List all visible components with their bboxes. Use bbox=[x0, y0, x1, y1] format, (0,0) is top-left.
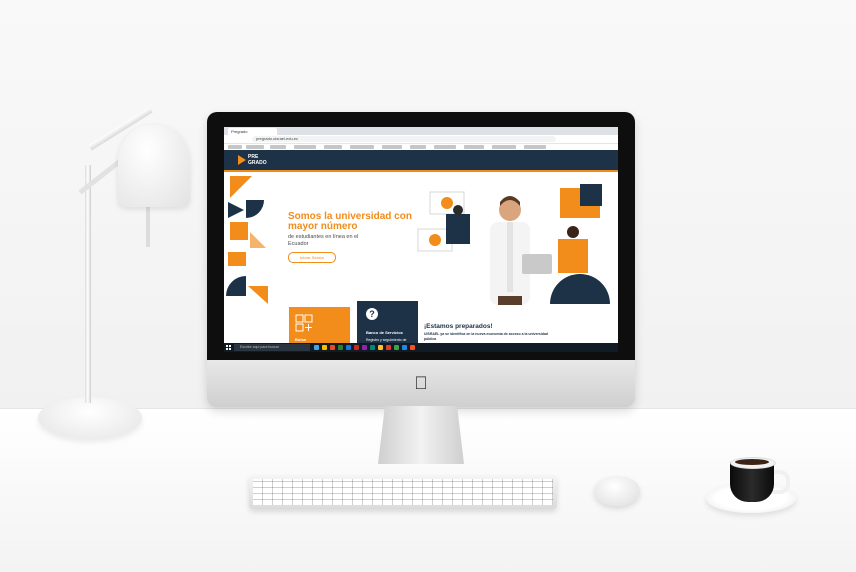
bookmark-item[interactable] bbox=[246, 145, 264, 149]
keyboard-keys bbox=[253, 479, 553, 505]
logo-icon bbox=[238, 155, 246, 165]
site-logo[interactable]: PRE GRADO bbox=[248, 154, 274, 166]
browser-tab-bar: Pregrado bbox=[224, 127, 618, 135]
taskbar-app-icon[interactable] bbox=[410, 345, 415, 350]
bookmark-item[interactable] bbox=[324, 145, 342, 149]
taskbar-app-icon[interactable] bbox=[330, 345, 335, 350]
taskbar-app-icon[interactable] bbox=[314, 345, 319, 350]
login-button[interactable]: Iniciar Sesión bbox=[288, 252, 336, 263]
decor-shape bbox=[230, 176, 252, 198]
decor-shape bbox=[228, 202, 244, 218]
taskbar-app-icon[interactable] bbox=[394, 345, 399, 350]
bookmark-item[interactable] bbox=[410, 145, 426, 149]
taskbar-app-icon[interactable] bbox=[346, 345, 351, 350]
windows-start-icon[interactable] bbox=[226, 345, 231, 350]
banco-servicios-label: Banco de Servicios bbox=[366, 330, 403, 335]
bookmark-item[interactable] bbox=[524, 145, 546, 149]
taskbar-app-icon[interactable] bbox=[354, 345, 359, 350]
lamp-base bbox=[38, 397, 142, 439]
taskbar-app-icon[interactable] bbox=[338, 345, 343, 350]
site-header: PRE GRADO bbox=[224, 150, 618, 172]
decor-shape bbox=[228, 252, 246, 266]
ready-text: UISRAEL ya se identifica en la nueva eco… bbox=[424, 332, 549, 341]
taskbar-app-icon[interactable] bbox=[378, 345, 383, 350]
bookmark-item[interactable] bbox=[382, 145, 402, 149]
taskbar-app-icon[interactable] bbox=[322, 345, 327, 350]
lamp-stem bbox=[146, 205, 150, 247]
monitor-screen: Pregrado pregrado.uisrael.edu.ec PRE GRA… bbox=[224, 127, 618, 352]
coffee bbox=[735, 459, 769, 465]
hero-illustration bbox=[417, 184, 610, 305]
banco-servicios-text: Registro y seguimiento de bbox=[366, 338, 407, 342]
address-bar[interactable]: pregrado.uisrael.edu.ec bbox=[252, 136, 556, 142]
windows-taskbar: Escribe aquí para buscar bbox=[224, 343, 618, 352]
grid-icon bbox=[295, 314, 313, 332]
taskbar-app-icon[interactable] bbox=[386, 345, 391, 350]
bookmark-item[interactable] bbox=[270, 145, 286, 149]
help-icon: ? bbox=[366, 308, 378, 320]
taskbar-app-icon[interactable] bbox=[402, 345, 407, 350]
taskbar-app-icon[interactable] bbox=[370, 345, 375, 350]
bookmark-item[interactable] bbox=[464, 145, 484, 149]
logo-bottom-text: GRADO bbox=[248, 160, 267, 166]
monitor-stand bbox=[378, 406, 464, 464]
lamp-pole bbox=[85, 165, 91, 403]
decor-shape bbox=[246, 200, 264, 218]
ready-heading: ¡Estamos preparados! bbox=[424, 323, 493, 330]
decor-shape bbox=[230, 222, 248, 240]
lamp-head bbox=[118, 125, 190, 207]
apple-logo-icon:  bbox=[413, 374, 429, 392]
bookmark-item[interactable] bbox=[228, 145, 242, 149]
keyboard bbox=[249, 475, 557, 509]
hero-section: Somos la universidad con mayor número de… bbox=[224, 172, 618, 305]
decor-shape bbox=[226, 276, 246, 296]
browser-toolbar: pregrado.uisrael.edu.ec bbox=[224, 135, 618, 144]
decor-shape bbox=[248, 286, 268, 304]
bolsa-card-label: Bolsa bbox=[295, 337, 306, 342]
hero-subtitle: de estudiantes en línea en el Ecuador bbox=[288, 234, 359, 247]
bookmark-item[interactable] bbox=[434, 145, 456, 149]
hero-title: Somos la universidad con mayor número bbox=[288, 211, 412, 232]
browser-tab[interactable]: Pregrado bbox=[228, 128, 277, 135]
taskbar-app-icon[interactable] bbox=[362, 345, 367, 350]
bookmark-item[interactable] bbox=[492, 145, 516, 149]
bookmark-item[interactable] bbox=[294, 145, 316, 149]
taskbar-search-input[interactable]: Escribe aquí para buscar bbox=[234, 344, 310, 351]
bookmark-item[interactable] bbox=[350, 145, 374, 149]
mouse bbox=[594, 476, 640, 506]
decor-shape bbox=[250, 232, 266, 248]
svg-text:?: ? bbox=[369, 309, 375, 319]
